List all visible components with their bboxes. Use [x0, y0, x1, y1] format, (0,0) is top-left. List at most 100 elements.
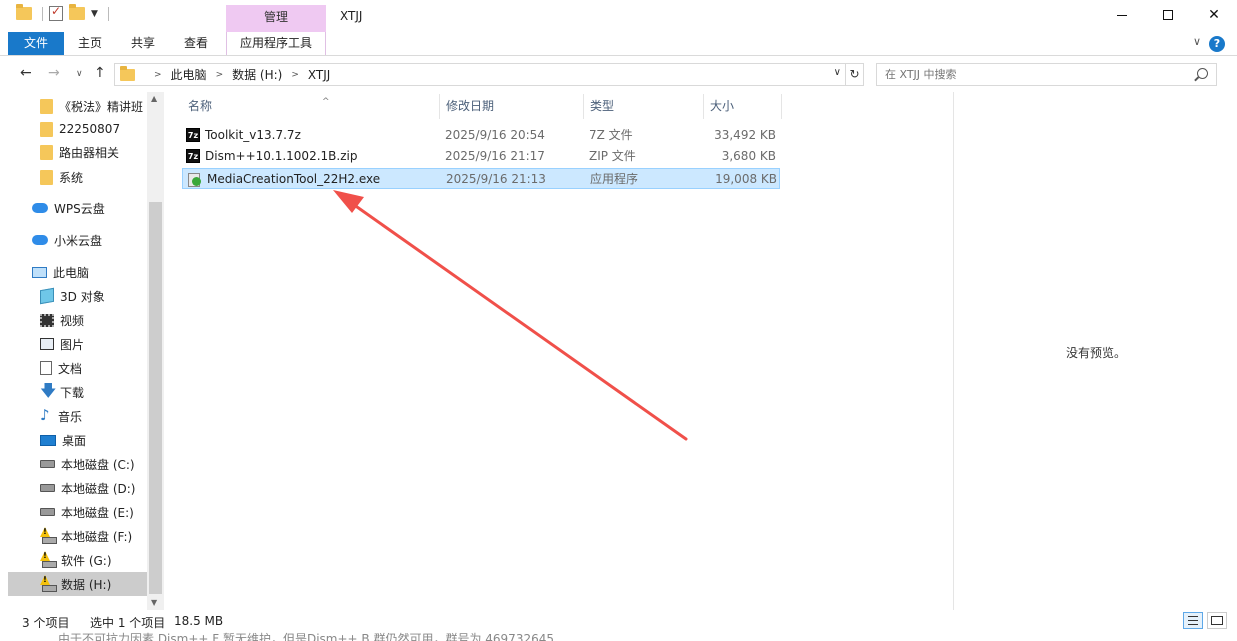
- item-count: 3 个项目: [22, 616, 70, 630]
- search-icon[interactable]: [1197, 68, 1208, 79]
- tab-view[interactable]: 查看: [172, 32, 220, 55]
- nav-item-music[interactable]: ♪ 音乐: [40, 404, 147, 428]
- drive-icon: [40, 484, 55, 492]
- breadcrumb-this-pc[interactable]: 此电脑: [171, 66, 207, 83]
- file-row-selected[interactable]: MediaCreationTool_22H2.exe 2025/9/16 21:…: [182, 168, 780, 189]
- forward-button[interactable]: →: [48, 65, 60, 81]
- column-header-date[interactable]: 修改日期: [440, 94, 584, 119]
- nav-item-tax-course[interactable]: 《税法》精讲班: [40, 94, 147, 118]
- tab-application-tools[interactable]: 应用程序工具: [226, 32, 326, 55]
- breadcrumb-chevron-icon[interactable]: >: [154, 70, 162, 80]
- nav-item-videos[interactable]: 视频: [40, 308, 147, 332]
- nav-item-this-pc[interactable]: 此电脑: [32, 260, 147, 284]
- documents-icon: [40, 361, 52, 375]
- quick-access-toolbar: ▼: [16, 4, 109, 21]
- drive-warning-icon: [40, 529, 57, 544]
- breadcrumb-chevron-icon[interactable]: >: [216, 70, 224, 80]
- nav-item-wps-cloud[interactable]: WPS云盘: [32, 196, 147, 220]
- back-button[interactable]: ←: [20, 65, 32, 81]
- folder-icon: [16, 4, 32, 20]
- selection-count: 选中 1 个项目: [90, 616, 166, 630]
- minimize-button[interactable]: [1099, 0, 1145, 30]
- search-input[interactable]: [877, 64, 1177, 85]
- nav-item-downloads[interactable]: 🡇 下载: [40, 380, 147, 404]
- sort-ascending-icon: ^: [322, 97, 330, 107]
- nav-item-system[interactable]: 系统: [40, 165, 147, 189]
- column-header-size[interactable]: 大小: [704, 94, 782, 119]
- nav-item-documents[interactable]: 文档: [40, 356, 147, 380]
- nav-item-drive-d[interactable]: 本地磁盘 (D:): [40, 476, 147, 500]
- refresh-button[interactable]: ↻: [846, 63, 864, 86]
- video-icon: [40, 313, 54, 327]
- maximize-icon: [1163, 10, 1173, 20]
- background-page-strip: 由于不可抗力因素 Dism++ F 暂无维护，但是Dism++ B 群仍然可用，…: [0, 632, 1237, 641]
- file-type: 应用程序: [590, 172, 639, 186]
- scrollbar-thumb[interactable]: [149, 202, 162, 594]
- file-row[interactable]: 7z Toolkit_v13.7.7z 2025/9/16 20:54 7Z 文件…: [182, 125, 780, 146]
- window-controls: ✕: [1099, 0, 1237, 30]
- recent-locations-chevron-icon[interactable]: ∨: [76, 69, 83, 79]
- 7z-archive-icon: 7z: [186, 128, 200, 142]
- nav-item-router[interactable]: 路由器相关: [40, 140, 147, 164]
- nav-item-drive-f[interactable]: 本地磁盘 (F:): [40, 524, 147, 548]
- address-bar[interactable]: > 此电脑 > 数据 (H:) > XTJJ ∨: [114, 63, 846, 86]
- details-view-icon: [1188, 616, 1198, 625]
- folder-icon: [40, 121, 53, 137]
- manage-context-tab-header[interactable]: 管理: [226, 5, 326, 32]
- breadcrumb-drive-h[interactable]: 数据 (H:): [232, 66, 282, 83]
- nav-item-drive-e[interactable]: 本地磁盘 (E:): [40, 500, 147, 524]
- close-button[interactable]: ✕: [1191, 0, 1237, 30]
- breadcrumb-chevron-icon[interactable]: >: [291, 70, 299, 80]
- file-size: 19,008 KB: [715, 172, 777, 186]
- file-name: MediaCreationTool_22H2.exe: [207, 172, 381, 186]
- nav-item-desktop[interactable]: 桌面: [40, 428, 147, 452]
- scroll-down-icon[interactable]: ▼: [151, 598, 157, 607]
- nav-item-pictures[interactable]: 图片: [40, 332, 147, 356]
- address-history-chevron-icon[interactable]: ∨: [834, 67, 841, 78]
- tab-home[interactable]: 主页: [66, 32, 114, 55]
- breadcrumb-xtjj[interactable]: XTJJ: [308, 68, 330, 82]
- nav-item-3d-objects[interactable]: 3D 对象: [40, 284, 147, 308]
- nav-item-22250807[interactable]: 22250807: [40, 117, 147, 141]
- help-icon[interactable]: ?: [1209, 36, 1225, 52]
- exe-icon: [187, 172, 202, 187]
- details-view-button[interactable]: [1183, 612, 1203, 629]
- expand-ribbon-chevron-icon[interactable]: ∨: [1193, 35, 1201, 48]
- file-row[interactable]: 7z Dism++10.1.1002.1B.zip 2025/9/16 21:17…: [182, 146, 780, 167]
- search-box[interactable]: [876, 63, 1217, 86]
- new-folder-icon[interactable]: [69, 4, 85, 20]
- file-date: 2025/9/16 21:17: [445, 149, 545, 163]
- folder-icon: [40, 144, 53, 160]
- background-text: 由于不可抗力因素 Dism++ F 暂无维护，但是Dism++ B 群仍然可用，…: [58, 632, 554, 641]
- tab-share[interactable]: 共享: [118, 32, 168, 55]
- window-title: XTJJ: [340, 9, 363, 23]
- scroll-up-icon[interactable]: ▲: [151, 94, 157, 103]
- ribbon-tab-bar: 文件 主页 共享 查看 应用程序工具: [0, 32, 1237, 56]
- properties-icon[interactable]: [49, 4, 63, 21]
- up-button[interactable]: ↑: [94, 65, 106, 81]
- customize-toolbar-chevron-icon[interactable]: ▼: [91, 9, 98, 19]
- no-preview-text: 没有预览。: [1065, 346, 1126, 360]
- nav-item-drive-g[interactable]: 软件 (G:): [40, 548, 147, 572]
- computer-icon: [32, 266, 47, 278]
- folder-icon: [40, 98, 53, 114]
- maximize-button[interactable]: [1145, 0, 1191, 30]
- title-bar: ▼ 管理 XTJJ ✕: [0, 0, 1237, 32]
- file-date: 2025/9/16 20:54: [445, 128, 545, 142]
- column-header-type[interactable]: 类型: [584, 94, 704, 119]
- column-header-name[interactable]: 名称 ^: [182, 94, 440, 119]
- selection-size: 18.5 MB: [174, 614, 224, 628]
- nav-item-drive-c[interactable]: 本地磁盘 (C:): [40, 452, 147, 476]
- minimize-icon: [1117, 14, 1127, 16]
- large-icons-view-button[interactable]: [1207, 612, 1227, 629]
- navigation-scrollbar[interactable]: ▲ ▼: [147, 92, 164, 610]
- file-list: 名称 ^ 修改日期 类型 大小 7z Toolkit_v13.7.7z 2025/…: [164, 92, 953, 610]
- tab-file[interactable]: 文件: [8, 32, 64, 55]
- file-type: 7Z 文件: [589, 128, 633, 142]
- 3d-objects-icon: [40, 287, 54, 305]
- cloud-icon: [32, 203, 48, 213]
- file-date: 2025/9/16 21:13: [446, 172, 546, 186]
- navigation-pane: 《税法》精讲班 22250807 路由器相关 系统 WPS云盘 小米云盘 此电脑…: [0, 92, 164, 610]
- nav-item-drive-h[interactable]: 数据 (H:): [8, 572, 147, 596]
- nav-item-mi-cloud[interactable]: 小米云盘: [32, 228, 147, 252]
